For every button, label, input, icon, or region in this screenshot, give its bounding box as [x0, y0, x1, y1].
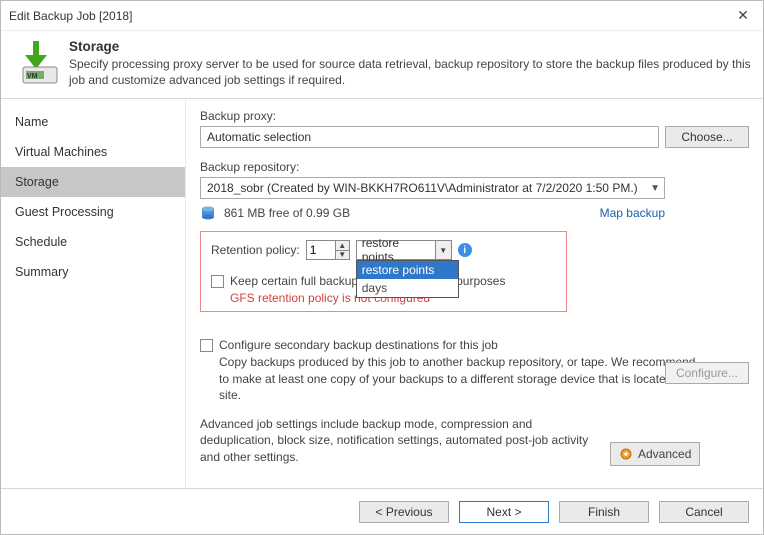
nav-item-guest-processing[interactable]: Guest Processing: [1, 197, 185, 227]
nav-item-storage[interactable]: Storage: [1, 167, 185, 197]
window-title: Edit Backup Job [2018]: [9, 9, 731, 23]
content-area: Backup proxy: Automatic selection Choose…: [186, 99, 763, 488]
nav-item-schedule[interactable]: Schedule: [1, 227, 185, 257]
page-header: VM Storage Specify processing proxy serv…: [1, 31, 763, 99]
choose-proxy-button[interactable]: Choose...: [665, 126, 749, 148]
gear-icon: [619, 447, 633, 461]
chevron-down-icon[interactable]: ▼: [435, 241, 451, 259]
retention-highlight-box: Retention policy: ▲ ▼ restore points ▼ r…: [200, 231, 567, 312]
edit-backup-job-window: Edit Backup Job [2018] ✕ VM Storage Spec…: [0, 0, 764, 535]
nav-item-name[interactable]: Name: [1, 107, 185, 137]
retention-option-days[interactable]: days: [357, 279, 458, 297]
retention-unit-dropdown: restore points days: [356, 260, 459, 298]
info-icon[interactable]: i: [458, 243, 472, 257]
advanced-settings-desc: Advanced job settings include backup mod…: [200, 416, 600, 466]
retention-unit-combo[interactable]: restore points ▼ restore points days: [356, 240, 452, 260]
disk-icon: [200, 205, 216, 221]
next-button[interactable]: Next >: [459, 501, 549, 523]
backup-repository-label: Backup repository:: [200, 160, 749, 174]
disk-free-text: 861 MB free of 0.99 GB: [224, 206, 350, 220]
backup-proxy-label: Backup proxy:: [200, 109, 749, 123]
keep-full-backups-label-pre: Keep certain full backups: [230, 274, 364, 288]
previous-button[interactable]: < Previous: [359, 501, 449, 523]
nav-item-summary[interactable]: Summary: [1, 257, 185, 287]
spinner-down-icon[interactable]: ▼: [336, 251, 349, 260]
backup-proxy-input[interactable]: Automatic selection: [200, 126, 659, 148]
wizard-footer: < Previous Next > Finish Cancel: [1, 488, 763, 534]
svg-text:VM: VM: [27, 73, 38, 80]
storage-icon: VM: [11, 39, 61, 87]
page-title: Storage: [69, 39, 753, 54]
backup-repository-select[interactable]: 2018_sobr (Created by WIN-BKKH7RO611V\Ad…: [200, 177, 665, 199]
finish-button[interactable]: Finish: [559, 501, 649, 523]
secondary-destinations-desc: Copy backups produced by this job to ano…: [219, 354, 699, 403]
page-description: Specify processing proxy server to be us…: [69, 56, 753, 88]
close-button[interactable]: ✕: [731, 7, 755, 24]
retention-count-spinner[interactable]: ▲ ▼: [306, 240, 350, 260]
retention-policy-label: Retention policy:: [211, 243, 300, 257]
titlebar: Edit Backup Job [2018] ✕: [1, 1, 763, 31]
retention-count-input[interactable]: [307, 241, 335, 259]
secondary-destinations-label: Configure secondary backup destinations …: [219, 338, 498, 352]
retention-option-restore-points[interactable]: restore points: [357, 261, 458, 279]
cancel-button[interactable]: Cancel: [659, 501, 749, 523]
wizard-nav: Name Virtual Machines Storage Guest Proc…: [1, 99, 186, 488]
map-backup-link[interactable]: Map backup: [600, 206, 665, 220]
advanced-button[interactable]: Advanced: [610, 442, 700, 466]
configure-gfs-button: Configure...: [665, 362, 749, 384]
secondary-destinations-checkbox[interactable]: [200, 339, 213, 352]
nav-item-virtual-machines[interactable]: Virtual Machines: [1, 137, 185, 167]
keep-full-backups-checkbox[interactable]: [211, 275, 224, 288]
keep-full-backups-label-post: purposes: [456, 274, 505, 288]
chevron-down-icon: ▼: [650, 183, 660, 194]
